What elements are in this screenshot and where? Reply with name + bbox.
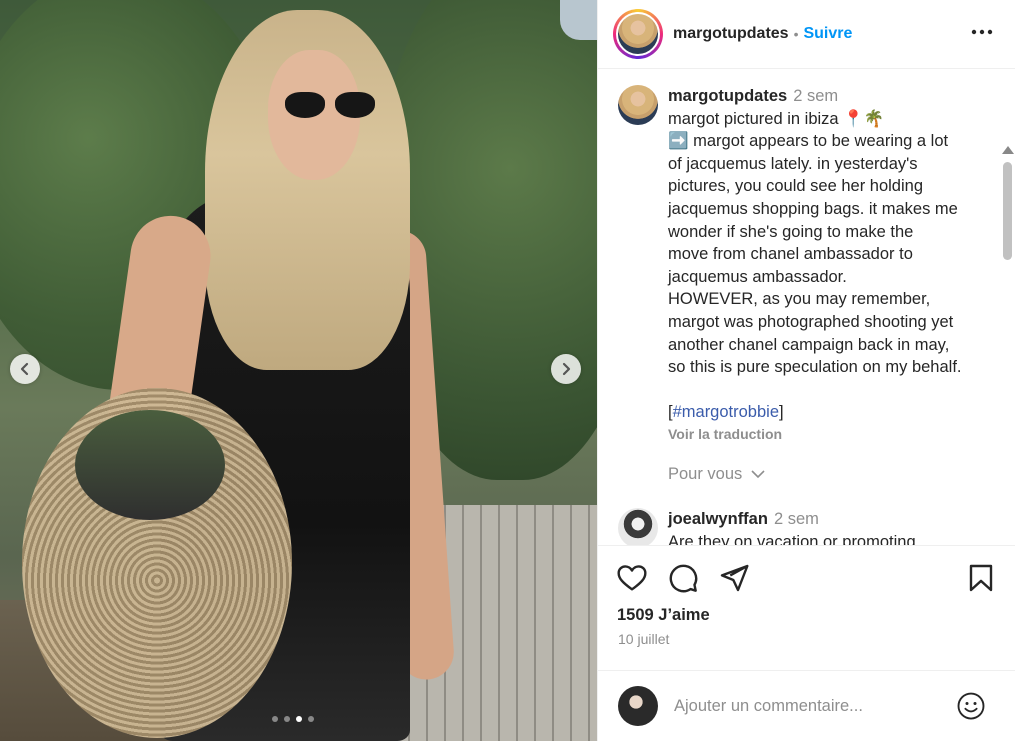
post-header: margotupdates • Suivre bbox=[598, 0, 1015, 69]
comment-body: joealwynffan 2 sem Are they on vacation o… bbox=[668, 508, 916, 546]
comment-item: joealwynffan 2 sem Are they on vacation o… bbox=[618, 508, 916, 546]
header-separator: • bbox=[793, 26, 799, 42]
caption-line: so this is pure speculation on my behalf… bbox=[668, 358, 962, 377]
photo-sky bbox=[560, 0, 597, 40]
carousel-dot bbox=[308, 716, 314, 722]
post-actions bbox=[598, 548, 1015, 608]
smiley-icon bbox=[957, 692, 985, 720]
caption-line: jacquemus shopping bags. it makes me bbox=[668, 199, 958, 218]
carousel-indicator bbox=[272, 716, 314, 722]
chevron-right-icon bbox=[562, 362, 571, 376]
follow-button[interactable]: Suivre bbox=[803, 25, 852, 43]
comment-time[interactable]: 2 sem bbox=[774, 510, 819, 528]
caption-line: move from chanel ambassador to bbox=[668, 245, 913, 264]
hashtag-link[interactable]: #margotrobbie bbox=[673, 403, 779, 421]
like-button[interactable] bbox=[616, 562, 648, 594]
caption-username[interactable]: margotupdates bbox=[668, 87, 787, 105]
carousel-dot bbox=[284, 716, 290, 722]
carousel-prev-button[interactable] bbox=[10, 354, 40, 384]
caption-header: margotupdates 2 sem bbox=[668, 85, 988, 108]
add-comment-bar bbox=[598, 670, 1015, 741]
caption-line: HOWEVER, as you may remember, bbox=[668, 290, 931, 309]
caption-line: margot was photographed shooting yet bbox=[668, 312, 954, 331]
caption-avatar[interactable] bbox=[618, 85, 658, 125]
comment-avatar[interactable] bbox=[618, 508, 658, 545]
comment-text: Are they on vacation or promoting bbox=[668, 532, 916, 546]
carousel-next-button[interactable] bbox=[551, 354, 581, 384]
caption-line: pictures, you could see her holding bbox=[668, 177, 923, 196]
post-image[interactable] bbox=[0, 0, 597, 741]
likes-count[interactable]: 1509 J’aime bbox=[617, 606, 710, 625]
heart-icon bbox=[617, 565, 647, 591]
for-you-label: Pour vous bbox=[668, 465, 743, 483]
send-icon bbox=[720, 564, 749, 592]
caption-line: another chanel campaign back in may, bbox=[668, 335, 950, 354]
comment-button[interactable] bbox=[667, 562, 699, 594]
carousel-dot bbox=[272, 716, 278, 722]
caption-time[interactable]: 2 sem bbox=[793, 87, 838, 105]
caption-line: of jacquemus lately. in yesterday's bbox=[668, 154, 918, 173]
chevron-down-icon bbox=[751, 470, 765, 479]
caption-body: margotupdates 2 sem margot pictured in ib… bbox=[668, 85, 988, 446]
see-translation-link[interactable]: Voir la traduction bbox=[668, 423, 988, 446]
author-avatar[interactable] bbox=[613, 9, 663, 59]
scroll-up-arrow[interactable] bbox=[1002, 146, 1014, 154]
comment-username[interactable]: joealwynffan bbox=[668, 510, 768, 528]
scroll-thumb[interactable] bbox=[1003, 162, 1012, 260]
photo-sunglasses bbox=[285, 92, 375, 122]
comments-list[interactable]: margotupdates 2 sem margot pictured in ib… bbox=[598, 70, 1015, 546]
caption-line: wonder if she's going to make the bbox=[668, 222, 914, 241]
chevron-left-icon bbox=[20, 362, 29, 376]
caption-line: jacquemus ambassador. bbox=[668, 267, 847, 286]
caption-line: ➡️ margot appears to be wearing a lot bbox=[668, 132, 949, 151]
more-horizontal-icon bbox=[971, 29, 993, 35]
caption-line: margot pictured in ibiza 📍🌴 bbox=[668, 109, 885, 128]
bookmark-icon bbox=[969, 564, 993, 592]
carousel-dot-active bbox=[296, 716, 302, 722]
for-you-toggle[interactable]: Pour vous bbox=[668, 465, 765, 484]
post-side-panel: margotupdates • Suivre margotupdates 2 se… bbox=[597, 0, 1015, 741]
caption: margotupdates 2 sem margot pictured in ib… bbox=[618, 85, 988, 446]
save-button[interactable] bbox=[965, 562, 997, 594]
hashtag-bracket-close: ] bbox=[779, 402, 784, 421]
emoji-button[interactable] bbox=[956, 691, 986, 721]
current-user-avatar bbox=[618, 686, 658, 726]
post-date[interactable]: 10 juillet bbox=[618, 631, 669, 647]
author-username[interactable]: margotupdates bbox=[673, 25, 789, 43]
comment-icon bbox=[669, 564, 698, 593]
share-button[interactable] bbox=[718, 562, 750, 594]
more-options-button[interactable] bbox=[970, 20, 994, 50]
add-comment-input[interactable] bbox=[674, 696, 944, 716]
caption-hashtags: [#margotrobbie] bbox=[668, 401, 988, 424]
author-avatar-image bbox=[616, 12, 660, 56]
comments-scrollbar[interactable] bbox=[999, 142, 1015, 545]
photo-bag-handle-opening bbox=[75, 410, 225, 520]
